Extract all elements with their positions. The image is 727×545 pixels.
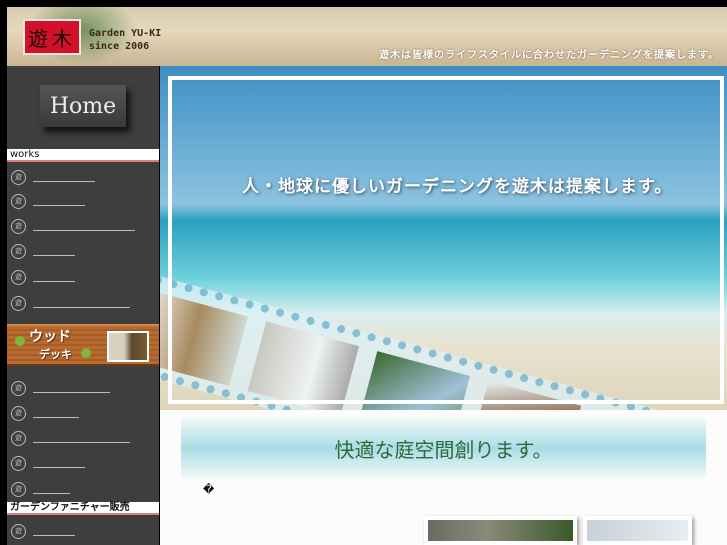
logo[interactable]: 遊木 — [23, 19, 81, 55]
nav-link-line[interactable] — [33, 306, 130, 308]
wood-deck-photo — [107, 331, 149, 362]
nav-link-line[interactable] — [33, 254, 75, 256]
nav-link-line[interactable] — [33, 180, 95, 182]
nav-item[interactable]: 遊 — [11, 480, 70, 498]
home-button[interactable]: Home — [40, 85, 126, 127]
nav-item[interactable]: 遊 — [11, 379, 110, 397]
emblem-icon: 遊 — [11, 455, 26, 471]
broken-glyph: � — [203, 483, 215, 496]
emblem-icon: 遊 — [11, 481, 26, 497]
tagline: 遊木は皆様のライフスタイルに合わせたガーデニングを提案します。 — [379, 50, 719, 61]
wood-deck-subtitle: デッキ — [39, 348, 72, 361]
brand: Garden YU-KI since 2006 — [89, 27, 161, 53]
brand-name: Garden YU-KI — [89, 28, 162, 39]
nav-link-line[interactable] — [33, 416, 79, 418]
garden-photo[interactable] — [424, 516, 577, 545]
wood-deck-title: ウッド — [29, 329, 71, 345]
tree-icon — [81, 348, 91, 358]
tree-icon — [15, 336, 25, 346]
nav-link-line[interactable] — [33, 466, 85, 468]
nav-link-line[interactable] — [33, 280, 75, 282]
nav-item[interactable]: 遊 — [11, 168, 95, 186]
header: 遊木 Garden YU-KI since 2006 遊木は皆様のライフスタイル… — [7, 7, 727, 66]
nav-item[interactable]: 遊 — [11, 294, 130, 312]
nav-item[interactable]: 遊 — [11, 268, 75, 286]
nav-item[interactable]: 遊 — [11, 242, 75, 260]
emblem-icon: 遊 — [11, 218, 26, 234]
emblem-icon: 遊 — [11, 193, 26, 209]
section-works: works — [7, 149, 159, 162]
sidebar: Home works 遊 遊 遊 遊 遊 遊 ウッド デッキ 遊 遊 遊 遊 遊… — [7, 66, 159, 545]
nav-item[interactable]: 遊 — [11, 217, 135, 235]
emblem-icon: 遊 — [11, 523, 26, 539]
emblem-icon: 遊 — [11, 295, 26, 311]
nav-link-line[interactable] — [33, 204, 85, 206]
hero-frame — [168, 76, 724, 404]
nav-item[interactable]: 遊 — [11, 429, 130, 447]
nav-link-line[interactable] — [33, 391, 110, 393]
hero-title: 人・地球に優しいガーデニングを遊木は提案します。 — [242, 177, 673, 197]
nav-item[interactable]: 遊 — [11, 454, 85, 472]
emblem-icon: 遊 — [11, 405, 26, 421]
section-banner: 快適な庭空間創ります。 — [181, 418, 706, 478]
nav-link-line[interactable] — [33, 492, 70, 494]
emblem-icon: 遊 — [11, 169, 26, 185]
emblem-icon: 遊 — [11, 430, 26, 446]
nav-item[interactable]: 遊 — [11, 192, 85, 210]
wood-deck-banner[interactable]: ウッド デッキ — [7, 324, 159, 366]
emblem-icon: 遊 — [11, 380, 26, 396]
section-furniture: ガーデンファニチャー販売 — [7, 502, 159, 515]
nav-link-line[interactable] — [33, 534, 75, 536]
nav-link-line[interactable] — [33, 229, 135, 231]
nav-item[interactable]: 遊 — [11, 404, 79, 422]
emblem-icon: 遊 — [11, 243, 26, 259]
hero-image: 人・地球に優しいガーデニングを遊木は提案します。 — [160, 66, 727, 410]
nav-item[interactable]: 遊 — [11, 522, 75, 540]
garden-photo[interactable] — [583, 516, 692, 545]
brand-since: since 2006 — [89, 41, 150, 52]
nav-link-line[interactable] — [33, 441, 130, 443]
emblem-icon: 遊 — [11, 269, 26, 285]
